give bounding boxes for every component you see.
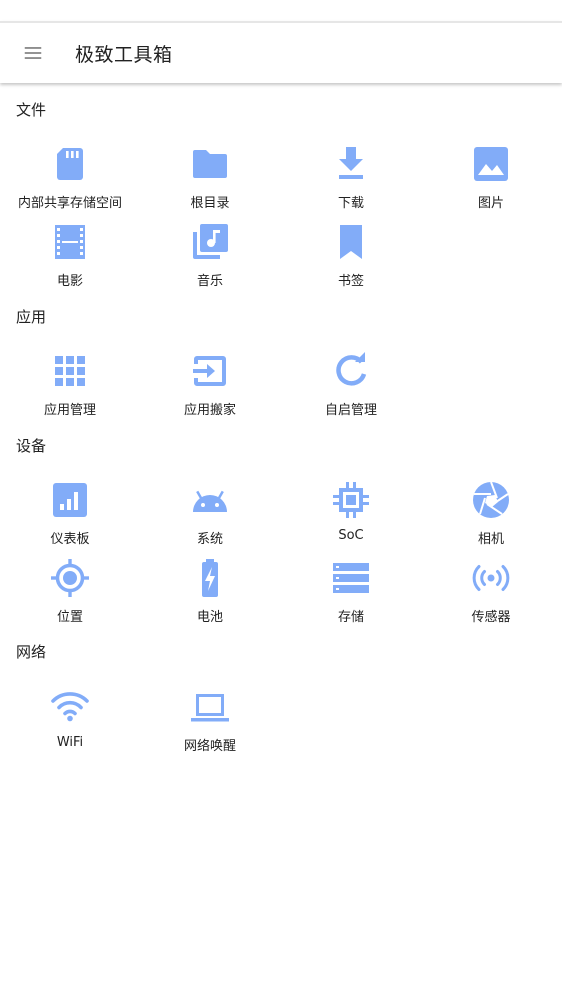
section-title-device: 设备	[16, 437, 47, 455]
tile-label: 存储	[337, 610, 364, 625]
sd-card-icon	[50, 144, 90, 184]
section-title-files: 文件	[16, 101, 47, 119]
laptop-icon	[190, 687, 230, 727]
tile-wake-on-lan[interactable]: 网络唤醒	[140, 687, 280, 761]
apps-grid-icon	[50, 351, 90, 391]
camera-aperture-icon	[471, 480, 511, 520]
dashboard-icon	[50, 480, 90, 520]
tile-label: 图片	[477, 196, 504, 211]
wifi-icon	[50, 687, 90, 727]
bookmark-icon	[331, 222, 371, 262]
tile-label: 音乐	[196, 274, 223, 289]
battery-charging-icon	[190, 558, 230, 598]
folder-icon	[190, 144, 230, 184]
tile-label: 相机	[477, 532, 504, 547]
tile-soc[interactable]: SoC	[281, 480, 421, 554]
tile-wifi[interactable]: WiFi	[0, 687, 140, 761]
tile-camera[interactable]: 相机	[421, 480, 561, 554]
download-icon	[331, 144, 371, 184]
status-bar-area	[0, 0, 562, 20]
tile-movies[interactable]: 电影	[0, 222, 140, 296]
tile-app-move[interactable]: 应用搬家	[140, 351, 280, 425]
menu-button[interactable]	[0, 22, 68, 84]
refresh-icon	[331, 351, 371, 391]
tile-images[interactable]: 图片	[421, 144, 561, 218]
storage-icon	[331, 558, 371, 598]
app-bar: 极致工具箱	[0, 21, 562, 83]
tile-label: 内部共享存储空间	[17, 196, 122, 211]
tile-internal-storage[interactable]: 内部共享存储空间	[0, 144, 140, 218]
app-title: 极致工具箱	[75, 43, 173, 66]
hamburger-menu-icon	[24, 47, 42, 59]
tile-autostart-management[interactable]: 自启管理	[281, 351, 421, 425]
section-title-network: 网络	[16, 643, 47, 661]
tile-label: 应用搬家	[183, 403, 236, 418]
tile-label: 下载	[337, 196, 364, 211]
gps-location-icon	[50, 558, 90, 598]
tile-dashboard[interactable]: 仪表板	[0, 480, 140, 554]
android-icon	[190, 480, 230, 520]
tile-sensors[interactable]: 传感器	[421, 558, 561, 632]
tile-system[interactable]: 系统	[140, 480, 280, 554]
tile-label: WiFi	[56, 735, 84, 750]
tile-bookmarks[interactable]: 书签	[281, 222, 421, 296]
tile-label: 位置	[56, 610, 83, 625]
tile-location[interactable]: 位置	[0, 558, 140, 632]
tile-app-management[interactable]: 应用管理	[0, 351, 140, 425]
tile-label: SoC	[338, 528, 364, 543]
tile-label: 自启管理	[324, 403, 377, 418]
tile-battery[interactable]: 电池	[140, 558, 280, 632]
tile-label: 应用管理	[43, 403, 96, 418]
tile-label: 电影	[56, 274, 83, 289]
chip-icon	[331, 480, 371, 520]
section-title-apps: 应用	[16, 308, 47, 326]
tile-storage[interactable]: 存储	[281, 558, 421, 632]
tile-label: 根目录	[190, 196, 230, 211]
tile-root-directory[interactable]: 根目录	[140, 144, 280, 218]
tile-music[interactable]: 音乐	[140, 222, 280, 296]
music-library-icon	[190, 222, 230, 262]
sensor-icon	[471, 558, 511, 598]
tile-label: 传感器	[471, 610, 511, 625]
tile-label: 仪表板	[50, 532, 90, 547]
tile-download[interactable]: 下载	[281, 144, 421, 218]
tile-label: 系统	[196, 532, 223, 547]
movie-icon	[50, 222, 90, 262]
tile-label: 书签	[337, 274, 364, 289]
tile-label: 网络唤醒	[183, 739, 236, 754]
exit-to-app-icon	[190, 351, 230, 391]
image-icon	[471, 144, 511, 184]
tile-label: 电池	[196, 610, 223, 625]
